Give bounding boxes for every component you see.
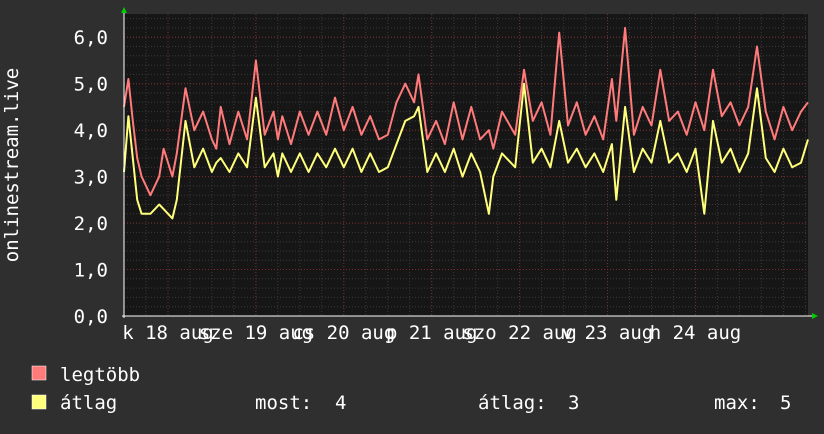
x-tick-labels: k 18 augsze 19 augcs 20 augp 21 augszo 2…: [122, 322, 741, 344]
stat-now-label: most:: [255, 392, 312, 414]
legend-swatch-legtobb: [31, 365, 47, 381]
x-tick-label: cs 20 aug: [292, 322, 395, 344]
legend-label-legtobb: legtöbb: [60, 364, 140, 386]
y-tick-label: 0,0: [74, 306, 108, 328]
x-tick-label: v 23 aug: [562, 322, 654, 344]
y-tick-label: 6,0: [74, 27, 108, 49]
y-tick-label: 4,0: [74, 120, 108, 142]
stat-max-value: 5: [780, 392, 791, 414]
y-axis-title: onlinestream.live: [1, 68, 23, 262]
stat-avg-label: átlag:: [478, 392, 547, 414]
stat-max-label: max:: [714, 392, 760, 414]
y-tick-label: 1,0: [74, 260, 108, 282]
y-tick-label: 5,0: [74, 74, 108, 96]
legend-swatch-atlag: [31, 394, 47, 410]
y-tick-label: 3,0: [74, 167, 108, 189]
stat-now-value: 4: [335, 392, 346, 414]
x-tick-label: h 24 aug: [650, 322, 742, 344]
chart-root: 0,0 1,0 2,0 3,0 4,0 5,0 6,0 k 18 aug sze 19 aug…: [0, 0, 824, 430]
y-tick-label: 2,0: [74, 213, 108, 235]
stat-avg-value: 3: [568, 392, 579, 414]
chart-svg: 0,0 1,0 2,0 3,0 4,0 5,0 6,0 k 18 augsze 19 aug…: [0, 0, 824, 430]
x-tick-label: szo 22 aug: [462, 322, 576, 344]
legend-label-atlag: átlag: [60, 392, 117, 414]
